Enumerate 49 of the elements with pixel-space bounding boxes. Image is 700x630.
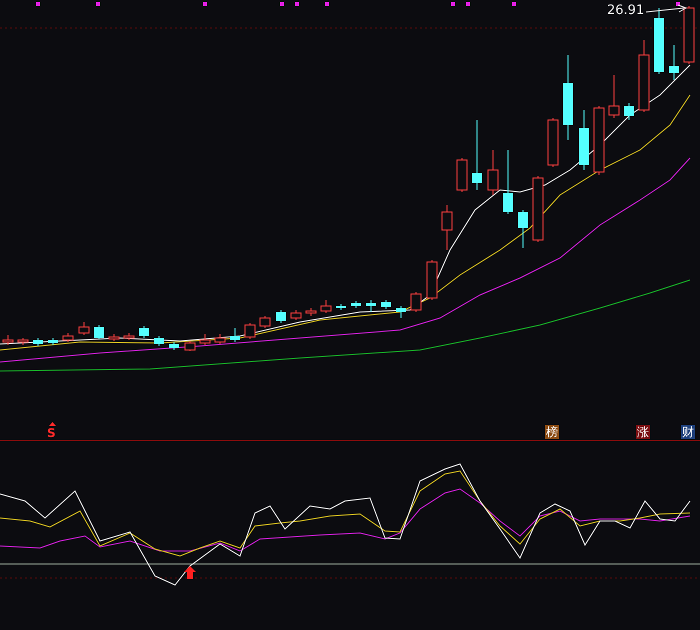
candlestick (396, 306, 406, 318)
up-arrow-icon (184, 566, 196, 579)
candlestick (139, 326, 149, 338)
candlestick (351, 300, 361, 308)
candlestick (410, 292, 422, 312)
info-badge[interactable]: 财 (681, 425, 695, 439)
candlestick (518, 210, 528, 248)
candlestick (503, 150, 513, 214)
candlestick (48, 338, 58, 346)
caret-icon (49, 422, 56, 426)
candlestick (336, 304, 346, 310)
candlestick (488, 150, 498, 196)
candlestick (548, 118, 558, 168)
candlestick (154, 336, 164, 346)
candlestick (442, 204, 452, 250)
candlestick (381, 300, 391, 310)
candlestick (532, 176, 544, 242)
candlestick (472, 120, 482, 190)
candlestick (608, 74, 620, 118)
candlestick (200, 334, 210, 346)
candlestick (624, 102, 634, 120)
candlestick (276, 310, 286, 324)
candlestick (669, 44, 679, 80)
candlestick (456, 158, 468, 192)
candlestick (2, 334, 14, 346)
candlestick (184, 340, 196, 352)
candlestick (33, 338, 43, 346)
candlestick (244, 322, 256, 340)
candlestick (230, 328, 240, 342)
candlestick (654, 8, 664, 74)
pointer-arrow (646, 4, 688, 12)
candlestick (366, 300, 376, 312)
info-badge[interactable]: 涨 (636, 425, 650, 439)
candlestick (684, 6, 694, 64)
candlestick (320, 300, 332, 314)
candlestick (62, 332, 74, 342)
high-price-label: 26.91 (607, 3, 644, 18)
candlestick (426, 260, 438, 300)
candlestick (18, 338, 28, 346)
candlestick (290, 310, 302, 320)
candlestick (214, 334, 226, 344)
candlestick (78, 322, 90, 336)
candlestick (594, 106, 604, 176)
signal-mark: S (47, 426, 56, 440)
candlestick (579, 110, 589, 170)
info-badge[interactable]: 榜 (545, 425, 559, 439)
candlestick (260, 316, 270, 328)
candlestick (94, 324, 104, 340)
candlestick (169, 342, 179, 350)
